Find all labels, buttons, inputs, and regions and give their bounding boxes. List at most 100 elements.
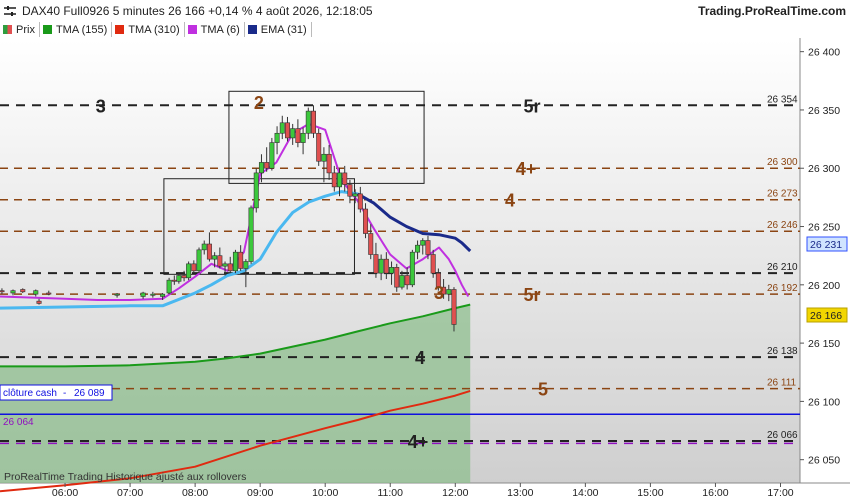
legend-item-tma6[interactable]: TMA (6) <box>185 22 245 37</box>
candle <box>238 251 244 269</box>
level-marker: 5 <box>538 380 548 400</box>
level-marker: 4+ <box>408 432 429 452</box>
level-marker: 4 <box>415 348 425 368</box>
ema31-swatch <box>247 25 257 34</box>
tma155-swatch <box>42 25 52 34</box>
candle <box>383 258 389 274</box>
candle <box>363 208 369 234</box>
footer-note: ProRealTime Trading Historique ajusté au… <box>4 471 246 483</box>
site-name: Trading.ProRealTime.com <box>698 4 846 18</box>
candle <box>150 293 156 296</box>
chart-settings-icon[interactable] <box>4 6 16 16</box>
candle <box>196 249 202 272</box>
legend-label: TMA (6) <box>200 23 240 36</box>
x-tick-label: 12:00 <box>442 487 468 499</box>
y-tick-label: 26 100 <box>808 396 840 408</box>
candle <box>222 263 228 267</box>
candle <box>347 184 353 197</box>
candle <box>404 275 410 286</box>
candle <box>373 254 379 274</box>
candle <box>326 153 332 174</box>
candle <box>20 289 26 293</box>
x-tick-label: 07:00 <box>117 487 143 499</box>
candle <box>232 251 238 272</box>
chart-title: DAX40 Full0926 5 minutes 26 166 +0,14 % … <box>22 4 373 18</box>
level-value-label: 26 138 <box>767 346 798 357</box>
candle <box>420 240 426 246</box>
candle <box>181 275 187 279</box>
legend-label: EMA (31) <box>260 23 307 36</box>
candle <box>227 263 233 272</box>
svg-text:-: - <box>63 388 66 399</box>
level-value-label: 26 246 <box>767 220 798 231</box>
candle <box>274 132 280 143</box>
candle <box>248 207 254 262</box>
candle <box>378 258 384 274</box>
candle <box>33 290 39 295</box>
candle <box>212 255 218 260</box>
level-value-label: 26 354 <box>767 94 798 105</box>
zone-label: 3 <box>96 96 106 116</box>
level-value-label: 26 210 <box>767 262 798 273</box>
level-value-label: 26 273 <box>767 189 798 200</box>
y-tick-label: 26 150 <box>808 338 840 350</box>
candle <box>36 300 42 304</box>
y-axis: 26 050 26 100 26 150 26 200 26 250 26 300 26 3… <box>800 47 840 467</box>
ema-last-value: 26 231 <box>810 239 842 251</box>
legend-item-tma310[interactable]: TMA (310) <box>112 22 185 37</box>
purple-level-label: 26 064 <box>3 417 34 428</box>
candle <box>160 293 166 297</box>
candle <box>430 254 436 274</box>
x-tick-label: 14:00 <box>572 487 598 499</box>
candle <box>337 172 343 188</box>
y-tick-label: 26 200 <box>808 280 840 292</box>
candle <box>342 172 348 185</box>
x-axis: 06:00 07:00 08:00 09:00 10:00 11:00 12:00 13:00… <box>52 483 794 499</box>
x-tick-label: 08:00 <box>182 487 208 499</box>
candle <box>253 172 259 209</box>
x-tick-label: 15:00 <box>637 487 663 499</box>
legend-label: TMA (310) <box>128 23 180 36</box>
legend-item-prix[interactable]: Prix <box>0 22 40 37</box>
legend-label: Prix <box>16 23 35 36</box>
candle <box>264 162 270 169</box>
candle <box>201 243 207 251</box>
candle <box>269 142 275 169</box>
candle <box>321 153 327 162</box>
y-tick-label: 26 050 <box>808 455 840 467</box>
candle <box>300 132 306 143</box>
candle <box>409 251 415 286</box>
candle <box>166 279 172 294</box>
last-price-value: 26 166 <box>810 310 842 322</box>
candle <box>284 122 290 139</box>
tma310-swatch <box>115 25 125 34</box>
legend-item-tma155[interactable]: TMA (155) <box>40 22 113 37</box>
candle <box>140 292 146 297</box>
level-marker: 4 <box>505 191 515 211</box>
candle <box>243 261 249 269</box>
candle <box>176 275 182 282</box>
y-tick-label: 26 350 <box>808 105 840 117</box>
candle <box>357 193 363 210</box>
candle <box>389 267 395 274</box>
level-value-label: 26 066 <box>767 430 798 441</box>
zone-label: 2 <box>254 93 264 113</box>
level-value-label: 26 300 <box>767 157 798 168</box>
candle <box>217 255 223 267</box>
y-tick-label: 26 250 <box>808 222 840 234</box>
candle <box>46 292 52 295</box>
price-chart[interactable]: 26 354 26 300 26 273 26 246 26 210 26 192 26 1… <box>0 0 850 500</box>
candle <box>114 293 120 296</box>
y-tick-label: 26 400 <box>808 47 840 59</box>
y-tick-label: 26 300 <box>808 163 840 175</box>
candle <box>171 279 177 282</box>
candle <box>279 122 285 134</box>
x-tick-label: 17:00 <box>767 487 793 499</box>
zone-label: 3 <box>434 283 444 303</box>
level-marker: 5r <box>523 285 540 305</box>
cloture-cash-label: clôture cash <box>3 388 57 399</box>
candle <box>451 289 457 325</box>
candle <box>331 172 337 188</box>
legend-item-ema31[interactable]: EMA (31) <box>245 22 312 37</box>
candle <box>425 240 431 255</box>
